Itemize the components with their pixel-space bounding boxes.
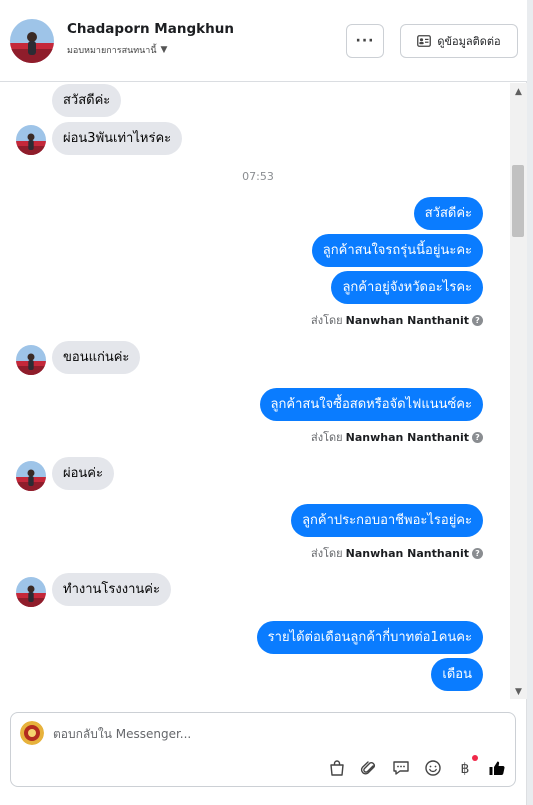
- notification-dot: [472, 755, 478, 761]
- incoming-message: ผ่อนค่ะ: [52, 457, 114, 490]
- info-icon[interactable]: ?: [472, 547, 483, 559]
- assign-conversation-dropdown[interactable]: มอบหมายการสนทนานี้ ▼: [67, 43, 167, 57]
- outgoing-message: รายได้ต่อเดือนลูกค้ากี่บาทต่อ1คนคะ: [256, 621, 483, 654]
- contact-avatar-small: [16, 125, 46, 155]
- outgoing-message: สวัสดีค่ะ: [413, 197, 483, 230]
- shopping-bag-icon[interactable]: [327, 758, 347, 778]
- incoming-message: ขอนแก่นค่ะ: [52, 341, 141, 374]
- contact-avatar[interactable]: [10, 19, 54, 63]
- incoming-message: ผ่อน3พันเท่าไหร่คะ: [52, 122, 183, 155]
- emoji-icon[interactable]: [423, 758, 443, 778]
- view-contact-button[interactable]: ดูข้อมูลติดต่อ: [400, 24, 518, 58]
- sent-by-agent: Nanwhan Nanthanit: [345, 430, 469, 444]
- thumbs-up-icon[interactable]: [487, 758, 507, 778]
- outgoing-message: ลูกค้าอยู่จังหวัดอะไรคะ: [331, 271, 483, 304]
- more-options-button[interactable]: ···: [346, 24, 384, 58]
- info-icon[interactable]: ?: [472, 314, 483, 326]
- caret-down-icon: ▼: [160, 45, 168, 55]
- reply-input[interactable]: [53, 724, 493, 744]
- reply-composer: ฿: [10, 712, 516, 787]
- sent-by-prefix: ส่งโดย: [311, 547, 343, 560]
- incoming-message: สวัสดีค่ะ: [52, 84, 122, 117]
- contact-card-icon: [417, 35, 432, 47]
- outgoing-message: ลูกค้าประกอบอาชีพอะไรอยู่คะ: [291, 504, 483, 537]
- incoming-message: ทำงานโรงงานค่ะ: [52, 573, 171, 606]
- page-avatar: [20, 721, 44, 745]
- contact-avatar-small: [16, 577, 46, 607]
- contact-name: Chadaporn Mangkhun: [67, 21, 234, 37]
- baht-icon[interactable]: ฿: [455, 755, 478, 778]
- sent-by-prefix: ส่งโดย: [311, 314, 343, 327]
- sent-by-label: ส่งโดย Nanwhan Nanthanit ?: [311, 544, 483, 562]
- sent-by-label: ส่งโดย Nanwhan Nanthanit ?: [311, 428, 483, 446]
- message-timestamp: 07:53: [242, 170, 274, 183]
- scrollbar-thumb[interactable]: [512, 165, 524, 237]
- outgoing-message: ลูกค้าสนใจซื้อสดหรือจัดไฟแนนซ์คะ: [259, 388, 483, 421]
- outgoing-message: ลูกค้าสนใจรถรุ่นนี้อยู่นะคะ: [311, 234, 483, 267]
- scroll-down-arrow[interactable]: ▼: [510, 685, 527, 699]
- chat-bubble-icon[interactable]: [391, 758, 411, 778]
- contact-avatar-small: [16, 345, 46, 375]
- contact-avatar-small: [16, 461, 46, 491]
- sent-by-prefix: ส่งโดย: [311, 431, 343, 444]
- outgoing-message: เดือน: [431, 658, 483, 691]
- sent-by-agent: Nanwhan Nanthanit: [345, 313, 469, 327]
- sent-by-agent: Nanwhan Nanthanit: [345, 546, 469, 560]
- message-scrollbar[interactable]: ▲ ▼: [510, 83, 527, 699]
- info-icon[interactable]: ?: [472, 431, 483, 443]
- composer-toolbar: ฿: [327, 755, 507, 778]
- scroll-up-arrow[interactable]: ▲: [510, 85, 527, 99]
- svg-text:฿: ฿: [461, 761, 470, 777]
- conversation-header: Chadaporn Mangkhun มอบหมายการสนทนานี้ ▼ …: [0, 0, 527, 82]
- paperclip-icon[interactable]: [359, 758, 379, 778]
- conversation-panel: Chadaporn Mangkhun มอบหมายการสนทนานี้ ▼ …: [0, 0, 527, 805]
- message-list[interactable]: สวัสดีค่ะ ผ่อน3พันเท่าไหร่คะ 07:53 สวัสด…: [0, 83, 510, 699]
- view-contact-label: ดูข้อมูลติดต่อ: [437, 35, 501, 48]
- sent-by-label: ส่งโดย Nanwhan Nanthanit ?: [311, 311, 483, 329]
- more-icon: ···: [355, 33, 375, 49]
- assign-label: มอบหมายการสนทนานี้: [67, 46, 157, 56]
